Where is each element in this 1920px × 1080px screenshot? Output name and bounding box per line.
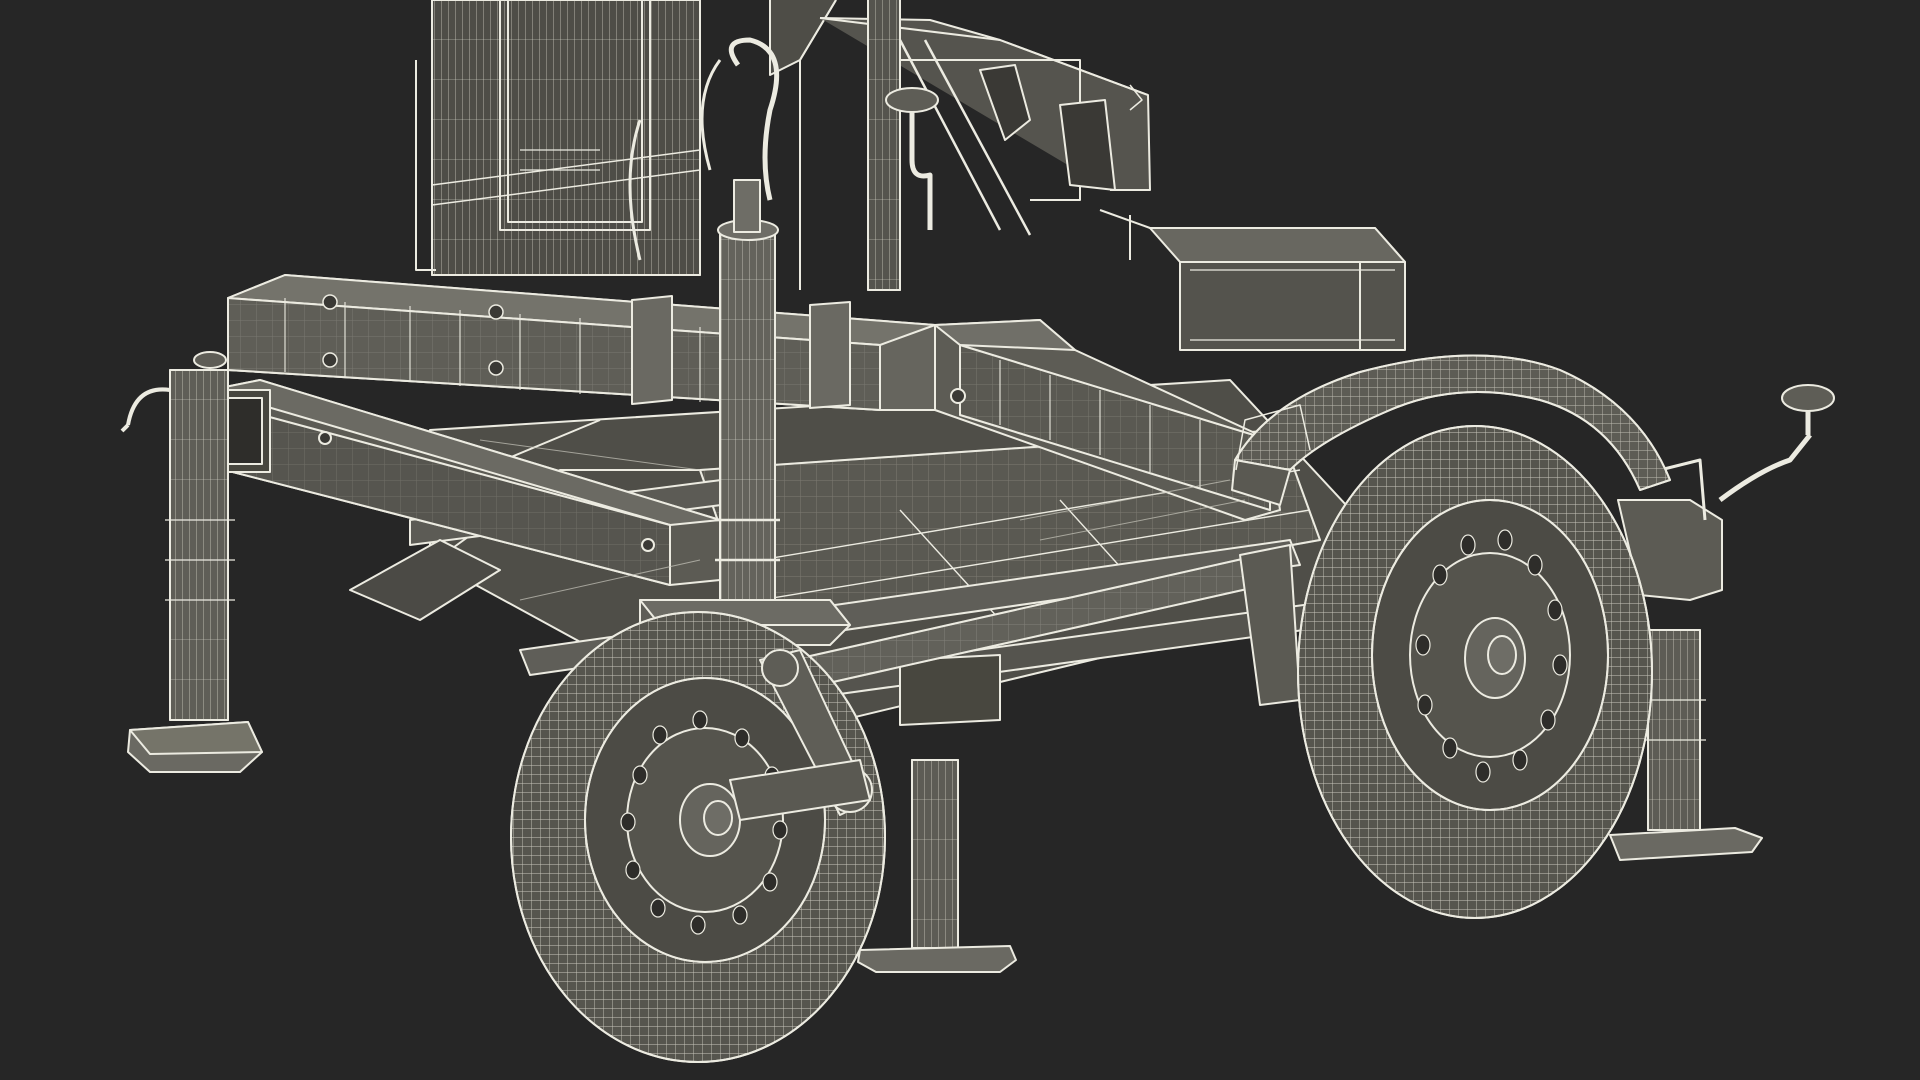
- render-viewport: [0, 0, 1920, 1080]
- mast-assembly: [415, 0, 1151, 291]
- trailer-wireframe-render: [120, 0, 1835, 1063]
- equipment-box: [1099, 209, 1406, 351]
